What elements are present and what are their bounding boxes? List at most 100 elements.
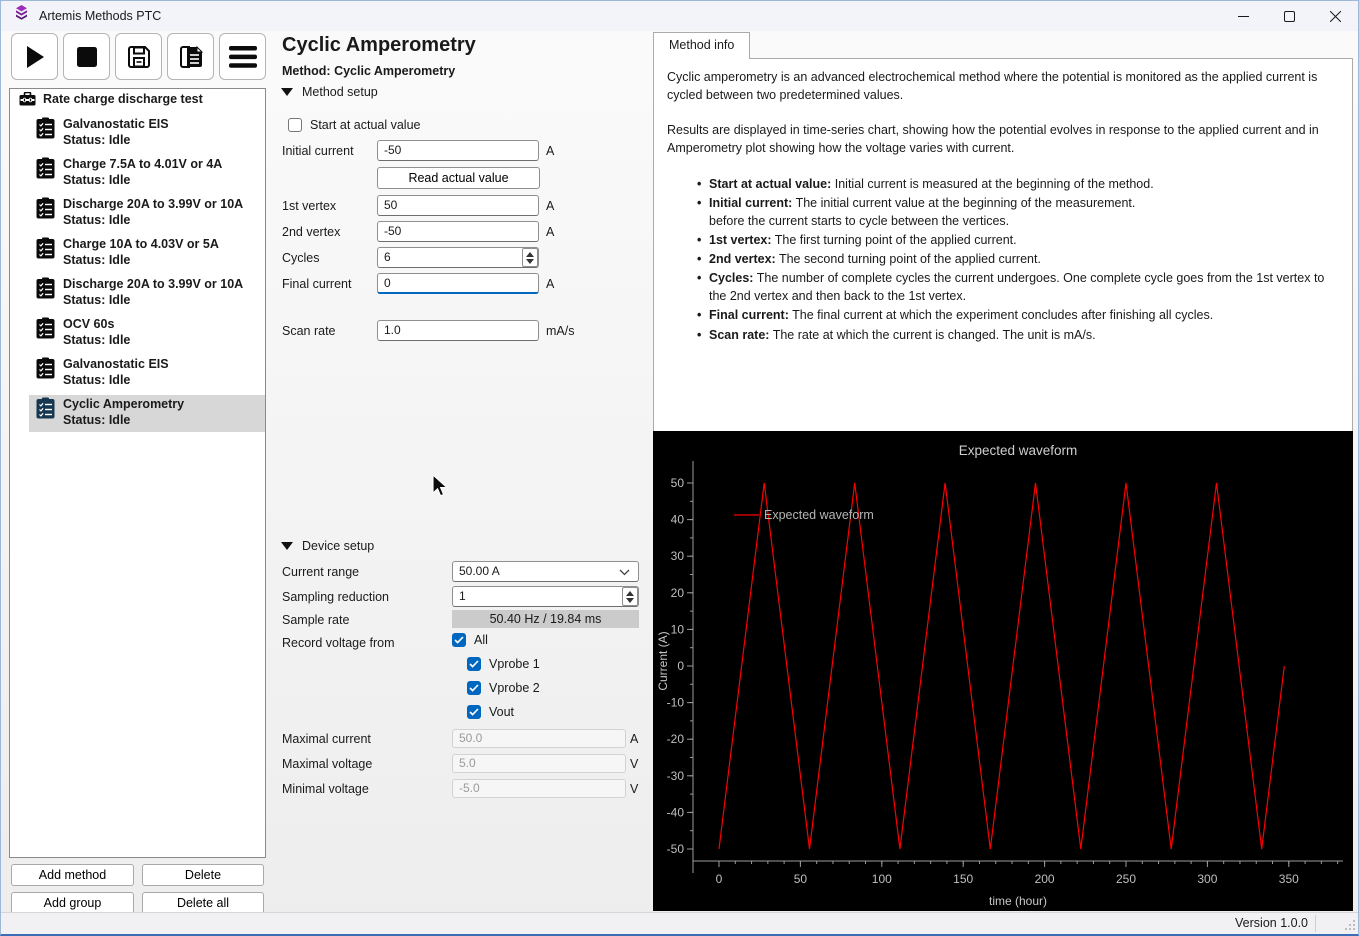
info-bullet: Final current: The final current at whic…: [697, 306, 1339, 324]
method-group-label: Rate charge discharge test: [43, 92, 203, 106]
resize-grip[interactable]: [1344, 919, 1356, 931]
method-setup-header: Method setup: [302, 85, 378, 99]
delete-all-button[interactable]: Delete all: [142, 892, 264, 914]
record-voltage-checkbox-vprobe-1[interactable]: Vprobe 1: [467, 657, 540, 671]
method-item-label: Discharge 20A to 3.99V or 10A: [63, 197, 243, 211]
minimize-icon: [1238, 11, 1249, 22]
final-current-input[interactable]: 0: [377, 273, 539, 294]
svg-text:20: 20: [671, 586, 685, 600]
copy-icon: [177, 43, 205, 71]
scan-rate-input[interactable]: 1.0: [377, 320, 539, 341]
method-item-label: Galvanostatic EIS: [63, 357, 169, 371]
method-item-label: OCV 60s: [63, 317, 114, 331]
cycles-input[interactable]: 6: [377, 247, 539, 268]
info-paragraph: Cyclic amperometry is an advanced electr…: [667, 68, 1339, 104]
second-vertex-input[interactable]: -50: [377, 221, 539, 242]
method-item-status: Status: Idle: [63, 173, 130, 187]
run-button[interactable]: [11, 33, 58, 80]
minimize-button[interactable]: [1220, 1, 1266, 31]
method-list-item[interactable]: Charge 7.5A to 4.01V or 4AStatus: Idle: [29, 155, 265, 192]
info-bullet: 2nd vertex: The second turning point of …: [697, 250, 1339, 268]
second-vertex-unit: A: [546, 225, 554, 239]
method-clipboard-icon: [36, 117, 55, 144]
add-group-button[interactable]: Add group: [11, 892, 134, 914]
collapse-triangle-icon: [281, 88, 293, 96]
svg-text:40: 40: [671, 513, 685, 527]
app-window: Artemis Methods PTC: [0, 0, 1359, 936]
first-vertex-input[interactable]: 50: [377, 195, 539, 216]
method-list-item[interactable]: Cyclic AmperometryStatus: Idle: [29, 395, 265, 432]
maximal-voltage-label: Maximal voltage: [282, 757, 372, 771]
minimal-voltage-label: Minimal voltage: [282, 782, 369, 796]
sample-rate-label: Sample rate: [282, 613, 349, 627]
checkbox-checked-icon: [467, 657, 481, 671]
chevron-down-icon: [619, 569, 630, 576]
sampling-reduction-spinner[interactable]: [622, 587, 638, 606]
checkbox-checked-icon: [452, 633, 466, 647]
svg-text:250: 250: [1116, 872, 1136, 886]
first-vertex-unit: A: [546, 199, 554, 213]
mouse-cursor: [432, 474, 450, 500]
cycles-spinner[interactable]: [522, 248, 538, 267]
svg-text:0: 0: [677, 659, 684, 673]
statusbar-separator: [1315, 915, 1316, 932]
start-at-actual-value-checkbox[interactable]: Start at actual value: [288, 118, 420, 132]
sampling-reduction-label: Sampling reduction: [282, 590, 389, 604]
device-setup-header: Device setup: [302, 539, 374, 553]
close-icon: [1330, 11, 1341, 22]
record-voltage-checkbox-vout[interactable]: Vout: [467, 705, 514, 719]
read-actual-value-button[interactable]: Read actual value: [377, 167, 540, 189]
method-clipboard-icon: [36, 357, 55, 384]
duplicate-button[interactable]: [167, 33, 214, 80]
method-clipboard-icon: [36, 317, 55, 344]
stop-button[interactable]: [63, 33, 110, 80]
tab-method-info[interactable]: Method info: [653, 32, 750, 59]
info-paragraph: Results are displayed in time-series cha…: [667, 121, 1339, 157]
page-title: Cyclic Amperometry: [282, 34, 476, 57]
current-range-select[interactable]: 50.00 A: [452, 561, 639, 582]
device-setup-expander[interactable]: Device setup: [281, 539, 374, 553]
spinner-up-icon[interactable]: [526, 252, 534, 257]
main-menu-button[interactable]: [219, 33, 266, 80]
method-list-item[interactable]: Galvanostatic EISStatus: Idle: [29, 115, 265, 152]
method-item-label: Charge 10A to 4.03V or 5A: [63, 237, 219, 251]
spinner-down-icon[interactable]: [526, 259, 534, 264]
method-group-header[interactable]: Rate charge discharge test: [19, 92, 203, 106]
close-button[interactable]: [1312, 1, 1358, 31]
method-list-item[interactable]: Charge 10A to 4.03V or 5AStatus: Idle: [29, 235, 265, 272]
initial-current-label: Initial current: [282, 144, 354, 158]
method-item-status: Status: Idle: [63, 293, 130, 307]
stop-icon: [77, 47, 97, 67]
svg-text:-10: -10: [667, 696, 685, 710]
method-setup-expander[interactable]: Method setup: [281, 85, 378, 99]
svg-text:Current (A): Current (A): [656, 631, 670, 690]
svg-text:50: 50: [671, 476, 685, 490]
svg-text:30: 30: [671, 549, 685, 563]
method-list-item[interactable]: Galvanostatic EISStatus: Idle: [29, 355, 265, 392]
method-item-status: Status: Idle: [63, 333, 130, 347]
save-button[interactable]: [115, 33, 162, 80]
maximize-button[interactable]: [1266, 1, 1312, 31]
delete-button[interactable]: Delete: [142, 864, 264, 886]
spinner-up-icon[interactable]: [626, 591, 634, 596]
svg-text:200: 200: [1035, 872, 1055, 886]
spinner-down-icon[interactable]: [626, 598, 634, 603]
method-list-item[interactable]: Discharge 20A to 3.99V or 10AStatus: Idl…: [29, 275, 265, 312]
method-clipboard-icon: [36, 157, 55, 184]
svg-text:350: 350: [1279, 872, 1299, 886]
checkbox-unchecked-icon: [288, 118, 302, 132]
record-voltage-checkbox-vprobe-2[interactable]: Vprobe 2: [467, 681, 540, 695]
add-method-button[interactable]: Add method: [11, 864, 134, 886]
method-clipboard-icon: [36, 277, 55, 304]
svg-text:-40: -40: [667, 805, 685, 819]
current-range-label: Current range: [282, 565, 359, 579]
sampling-reduction-input[interactable]: 1: [452, 586, 639, 607]
method-list-item[interactable]: OCV 60s Status: Idle: [29, 315, 265, 352]
initial-current-input[interactable]: -50: [377, 140, 539, 161]
second-vertex-label: 2nd vertex: [282, 225, 340, 239]
window-title: Artemis Methods PTC: [39, 9, 161, 23]
toolbox-icon: [19, 92, 36, 106]
menu-icon: [229, 46, 257, 68]
record-voltage-checkbox-all[interactable]: All: [452, 633, 488, 647]
method-list-item[interactable]: Discharge 20A to 3.99V or 10AStatus: Idl…: [29, 195, 265, 232]
